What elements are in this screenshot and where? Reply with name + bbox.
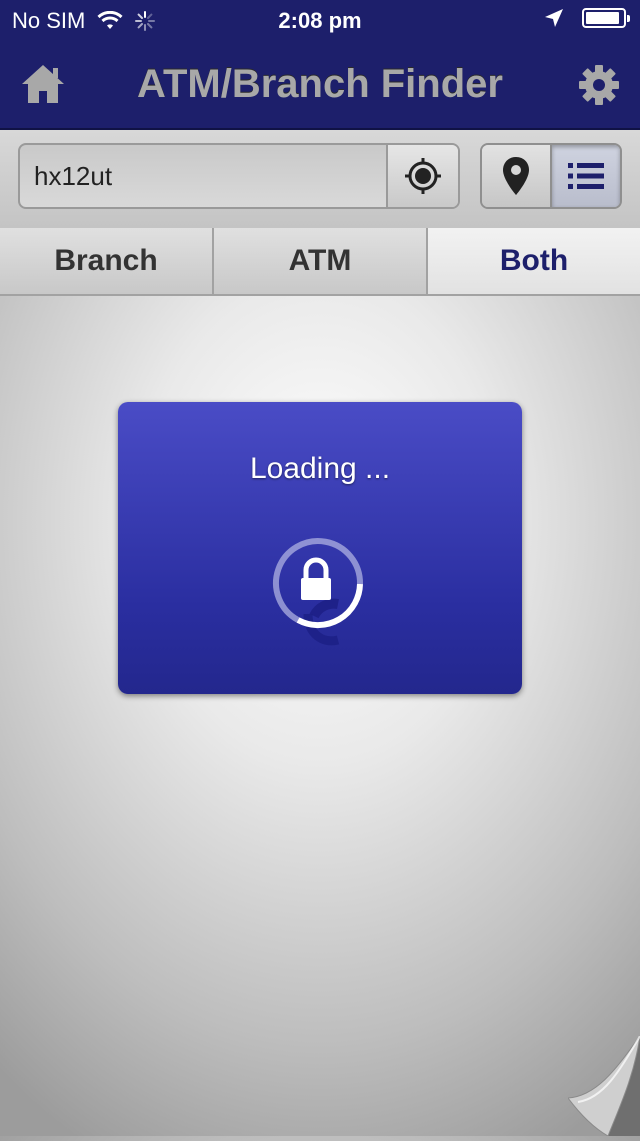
page-curl[interactable] xyxy=(567,1035,640,1137)
segment-atm[interactable]: ATM xyxy=(214,228,428,294)
battery-fill xyxy=(586,12,619,24)
loading-text: Loading ... xyxy=(249,452,391,485)
locate-me-button[interactable] xyxy=(386,145,458,207)
lock-spinner-icon xyxy=(273,538,364,646)
list-view-button[interactable] xyxy=(552,145,620,207)
location-type-segments: Branch ATM Both xyxy=(0,228,640,296)
page-title: ATM/Branch Finder xyxy=(137,62,503,106)
location-arrow-icon xyxy=(545,9,563,27)
search-input[interactable] xyxy=(20,145,390,207)
loading-dialog: Loading ... xyxy=(118,402,522,694)
gear-icon xyxy=(579,65,619,105)
search-box xyxy=(18,143,460,209)
map-pin-icon xyxy=(503,157,529,195)
segment-branch[interactable]: Branch xyxy=(0,228,214,294)
battery-icon xyxy=(582,8,630,28)
crosshair-icon xyxy=(405,158,441,194)
list-icon xyxy=(568,163,604,189)
view-toggle xyxy=(480,143,622,209)
status-right xyxy=(544,8,630,28)
map-view-button[interactable] xyxy=(482,145,552,207)
search-row xyxy=(0,130,640,230)
segment-both[interactable]: Both xyxy=(428,228,640,294)
settings-button[interactable] xyxy=(578,64,620,106)
status-bar: No SIM 2:08 pm xyxy=(0,0,640,40)
page-curl-icon xyxy=(567,1035,640,1137)
nav-bar: ATM/Branch Finder xyxy=(0,40,640,130)
